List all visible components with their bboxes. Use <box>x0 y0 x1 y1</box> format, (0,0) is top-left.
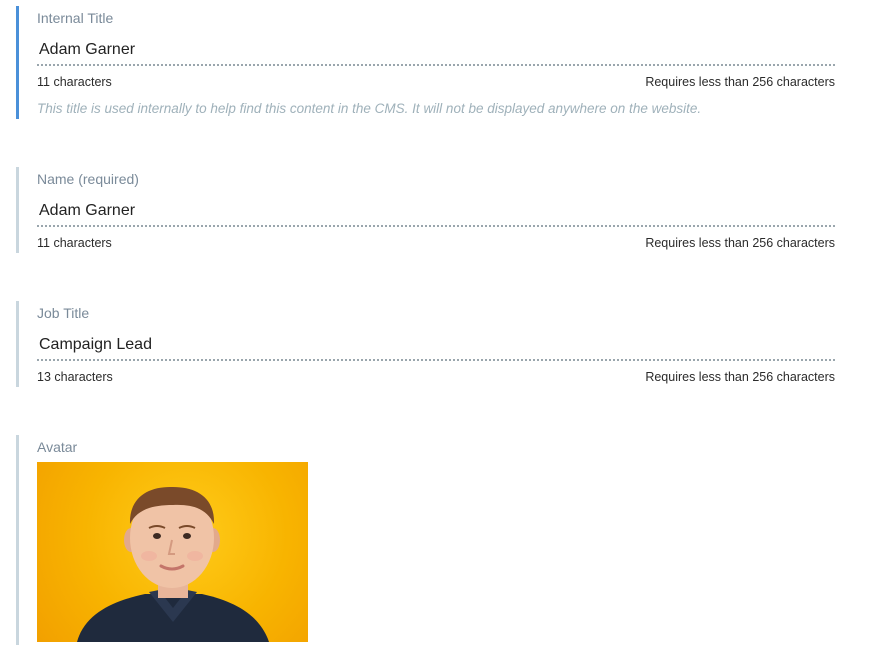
internal-title-meta: 11 characters Requires less than 256 cha… <box>37 74 835 90</box>
name-char-count: 11 characters <box>37 236 112 250</box>
job-title-char-count: 13 characters <box>37 370 113 384</box>
job-title-limit: Requires less than 256 characters <box>645 370 835 384</box>
person-portrait-icon <box>77 486 269 642</box>
job-title-label: Job Title <box>37 305 90 321</box>
job-title-input[interactable] <box>37 334 835 356</box>
job-title-underline <box>37 359 835 361</box>
internal-title-field: Internal Title 11 characters Requires le… <box>16 6 836 119</box>
job-title-meta: 13 characters Requires less than 256 cha… <box>37 369 835 385</box>
job-title-field: Job Title 13 characters Requires less th… <box>16 301 836 387</box>
internal-title-input[interactable] <box>37 39 835 61</box>
name-limit: Requires less than 256 characters <box>645 236 835 250</box>
internal-title-underline <box>37 64 835 66</box>
avatar-image[interactable] <box>37 462 308 642</box>
name-meta: 11 characters Requires less than 256 cha… <box>37 235 835 251</box>
internal-title-label: Internal Title <box>37 10 114 26</box>
name-label: Name (required) <box>37 171 139 187</box>
name-underline <box>37 225 835 227</box>
avatar-field: Avatar <box>16 435 836 645</box>
internal-title-char-count: 11 characters <box>37 75 112 89</box>
internal-title-limit: Requires less than 256 characters <box>645 75 835 89</box>
name-field: Name (required) 11 characters Requires l… <box>16 167 836 253</box>
avatar-label: Avatar <box>37 439 78 455</box>
name-input[interactable] <box>37 200 835 222</box>
internal-title-help-text: This title is used internally to help fi… <box>37 101 702 116</box>
